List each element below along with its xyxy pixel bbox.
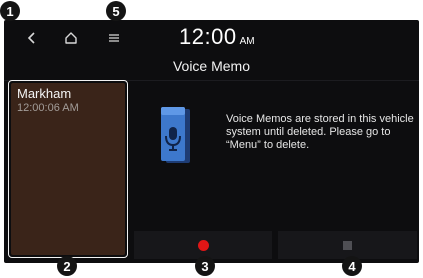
record-icon bbox=[197, 239, 209, 251]
memo-list-item[interactable]: Markham 12:00:06 AM bbox=[11, 83, 125, 255]
memo-list: Markham 12:00:06 AM bbox=[8, 80, 128, 258]
clock-time: 12:00 bbox=[179, 24, 237, 49]
callout-4: 4 bbox=[342, 256, 362, 276]
playback-controls bbox=[134, 231, 417, 259]
memo-time: 12:00:06 AM bbox=[17, 102, 79, 114]
clock-ampm: AM bbox=[239, 36, 255, 47]
back-button[interactable] bbox=[18, 26, 46, 50]
infotainment-screen: 12:00 AM Voice Memo Markham 12:00:06 AM V… bbox=[4, 20, 419, 263]
stop-icon bbox=[343, 240, 352, 250]
page-title: Voice Memo bbox=[172, 58, 251, 74]
info-message: Voice Memos are stored in this vehicle s… bbox=[226, 113, 414, 151]
hamburger-menu-icon bbox=[109, 34, 119, 42]
memo-name: Markham bbox=[17, 86, 72, 101]
menu-button[interactable] bbox=[100, 26, 128, 50]
callout-1: 1 bbox=[0, 1, 20, 21]
voice-memo-book-icon bbox=[159, 105, 191, 165]
callout-2: 2 bbox=[57, 256, 77, 276]
clock: 12:00 AM bbox=[179, 24, 255, 50]
callout-3: 3 bbox=[195, 256, 215, 276]
chevron-left-icon bbox=[27, 32, 35, 44]
home-button[interactable] bbox=[57, 26, 85, 50]
stop-button[interactable] bbox=[278, 231, 417, 259]
callout-5: 5 bbox=[106, 1, 126, 21]
record-button[interactable] bbox=[134, 231, 272, 259]
home-icon bbox=[65, 32, 77, 44]
top-bar: 12:00 AM bbox=[4, 20, 419, 56]
